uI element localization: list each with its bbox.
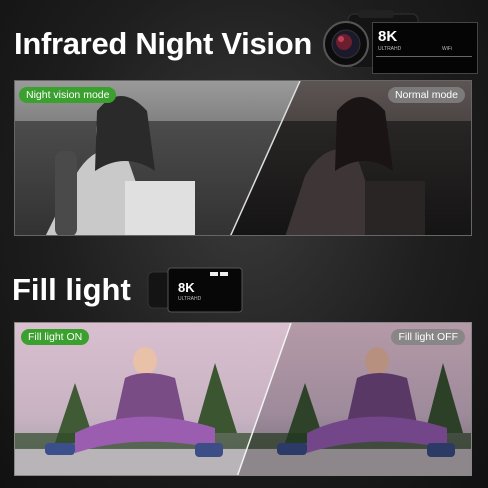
camera-wifi-label: WiFi bbox=[442, 46, 452, 52]
camera-screen-divider bbox=[376, 56, 472, 57]
fill-light-comparison-image bbox=[15, 323, 471, 475]
badge-fill-light-off: Fill light OFF bbox=[391, 329, 465, 345]
section-title-fill-light: Fill light bbox=[12, 272, 131, 307]
comparison-panel-night: Night vision mode Normal mode bbox=[14, 80, 472, 236]
camera-sub-label-bottom: ULTRAHD bbox=[178, 296, 202, 302]
section-title-infrared: Infrared Night Vision bbox=[14, 26, 312, 61]
badge-night-vision-mode: Night vision mode bbox=[19, 87, 117, 103]
camera-sub-label: ULTRAHD bbox=[378, 46, 402, 52]
camera-resolution-label: 8K bbox=[378, 28, 398, 45]
badge-fill-light-on: Fill light ON bbox=[21, 329, 90, 345]
night-vision-comparison-image bbox=[15, 81, 471, 235]
badge-normal-mode: Normal mode bbox=[387, 87, 465, 103]
camera-resolution-label-bottom: 8K bbox=[178, 280, 195, 295]
camera-side-graphic bbox=[147, 267, 243, 313]
comparison-panel-fill-light: Fill light ON Fill light OFF bbox=[14, 322, 472, 476]
camera-image-top: 8K ULTRAHD WiFi bbox=[318, 8, 478, 74]
camera-image-bottom: 8K ULTRAHD bbox=[146, 266, 244, 314]
